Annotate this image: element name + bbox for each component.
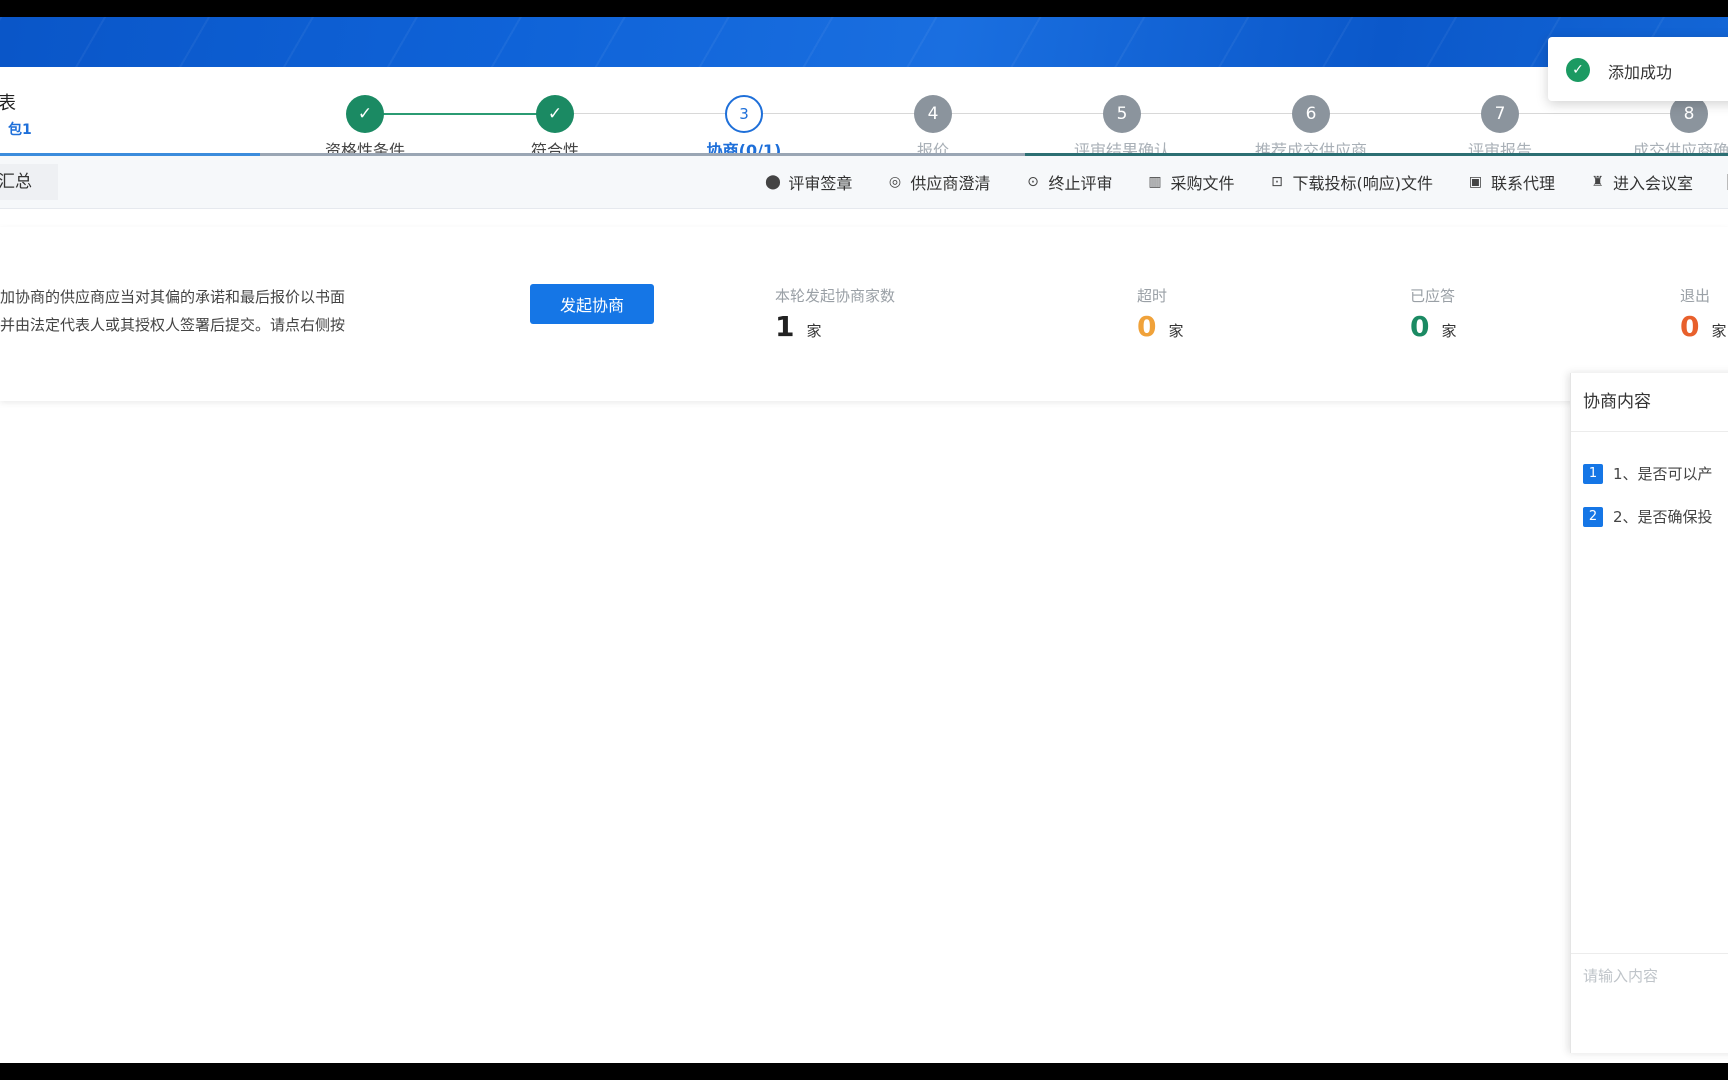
tool-label: 采购文件 (1170, 174, 1235, 193)
step-number: 6 (1292, 95, 1330, 133)
stat-value: 1家 (775, 310, 895, 343)
panel-list-item[interactable]: 1 1、是否可以产 (1583, 463, 1713, 484)
step-4[interactable]: 4 报价 (853, 95, 1013, 161)
step-1[interactable]: ✓ 资格性条件 (285, 95, 445, 161)
sign-button[interactable]: ⬤ 评审签章 (764, 170, 852, 194)
stat-responded: 已应答 0家 (1410, 285, 1457, 343)
step-3[interactable]: 3 协商(0/1) (664, 95, 824, 161)
panel-list-item[interactable]: 2 2、是否确保投 (1583, 506, 1713, 527)
stat-number: 0 (1680, 310, 1700, 343)
download-icon: ⊡ (1271, 173, 1283, 190)
step-8[interactable]: 8 成交供应商确认 (1609, 95, 1728, 161)
top-banner (0, 17, 1728, 67)
step-2[interactable]: ✓ 符合性 (475, 95, 635, 161)
tool-label: 进入会议室 (1612, 174, 1693, 193)
item-number-badge: 1 (1583, 463, 1603, 484)
stat-withdrawn: 退出 0家 (1680, 285, 1727, 343)
supplier-clarify-button[interactable]: ◎ 供应商澄清 (886, 170, 991, 194)
toolbar-actions: ⬤ 评审签章 ◎ 供应商澄清 ⊙ 终止评审 ▥ 采购文件 ⊡ 下载投标(响应)文… (764, 156, 1728, 208)
tool-label: 终止评审 (1048, 174, 1113, 193)
stat-label: 退出 (1680, 287, 1711, 305)
app-screen: 表 包1 ✓ 资格性条件 ✓ 符合性 3 协商(0/1) 4 报价 5 评审结果… (0, 17, 1728, 1063)
page-title: 表 (0, 93, 16, 114)
stat-number: 0 (1137, 310, 1157, 343)
panel-divider (1571, 431, 1728, 432)
start-negotiation-button[interactable]: 发起协商 (530, 284, 654, 324)
step-number: 7 (1481, 95, 1519, 133)
negotiation-card: 加协商的供应商应当对其偏的承诺和最后报价以书面 并由法定代表人或其授权人签署后提… (0, 227, 1728, 401)
package-label[interactable]: 包1 (8, 119, 32, 139)
stop-icon: ⊙ (1027, 173, 1039, 190)
notice-line: 并由法定代表人或其授权人签署后提交。请点右侧按 (0, 316, 346, 334)
stat-value: 0家 (1410, 310, 1457, 343)
success-check-icon: ✓ (1566, 58, 1590, 82)
pin-icon: ⬤ (765, 173, 781, 190)
stat-timeout: 超时 0家 (1137, 285, 1184, 343)
tool-label: 供应商澄清 (910, 174, 991, 193)
stat-label: 已应答 (1410, 287, 1456, 305)
step-number: 4 (914, 95, 952, 133)
toolbar: 汇总 ⬤ 评审签章 ◎ 供应商澄清 ⊙ 终止评审 ▥ 采购文件 ⊡ 下载投标(响… (0, 156, 1728, 209)
check-icon: ✓ (346, 95, 384, 133)
enter-meeting-button[interactable]: ♜ 进入会议室 (1589, 170, 1693, 194)
breadcrumb[interactable]: 汇总 (0, 164, 58, 200)
header: 表 包1 ✓ 资格性条件 ✓ 符合性 3 协商(0/1) 4 报价 5 评审结果… (0, 67, 1728, 160)
panel-item-text: 1、是否可以产 (1613, 465, 1713, 483)
success-toast: ✓ 添加成功 (1548, 37, 1728, 101)
stat-unit: 家 (1711, 322, 1727, 340)
panel-title: 协商内容 (1583, 392, 1651, 412)
stat-unit: 家 (1168, 322, 1184, 340)
meeting-icon: ♜ (1591, 173, 1604, 190)
step-7[interactable]: 7 评审报告 (1420, 95, 1580, 161)
negotiation-notice: 加协商的供应商应当对其偏的承诺和最后报价以书面 并由法定代表人或其授权人签署后提… (0, 283, 420, 339)
stat-initiated: 本轮发起协商家数 1家 (775, 285, 895, 343)
breadcrumb-label: 汇总 (0, 172, 32, 192)
stat-number: 1 (775, 310, 795, 343)
procurement-docs-button[interactable]: ▥ 采购文件 (1146, 170, 1234, 194)
contact-agent-button[interactable]: ▣ 联系代理 (1467, 170, 1555, 194)
shield-icon: ◎ (888, 173, 902, 190)
terminate-review-button[interactable]: ⊙ 终止评审 (1024, 170, 1112, 194)
item-number-badge: 2 (1583, 506, 1603, 527)
stat-value: 0家 (1137, 310, 1184, 343)
stat-label: 本轮发起协商家数 (775, 287, 896, 305)
notice-line: 加协商的供应商应当对其偏的承诺和最后报价以书面 (0, 288, 346, 306)
step-number: 3 (725, 95, 763, 133)
toast-message: 添加成功 (1608, 63, 1673, 82)
step-6[interactable]: 6 推荐成交供应商 (1231, 95, 1391, 161)
negotiation-content-panel: 协商内容 1 1、是否可以产 2 2、是否确保投 (1570, 373, 1728, 1053)
document-icon: ▥ (1148, 173, 1162, 190)
check-icon: ✓ (536, 95, 574, 133)
stat-value: 0家 (1680, 310, 1727, 343)
tool-label: 联系代理 (1490, 174, 1555, 193)
tool-label: 下载投标(响应)文件 (1292, 174, 1433, 193)
content-input[interactable] (1581, 963, 1728, 1027)
contact-icon: ▣ (1468, 173, 1483, 190)
step-5[interactable]: 5 评审结果确认 (1042, 95, 1202, 161)
tool-label: 评审签章 (788, 174, 853, 193)
step-number: 5 (1103, 95, 1141, 133)
download-bid-button[interactable]: ⊡ 下载投标(响应)文件 (1268, 170, 1433, 194)
panel-item-text: 2、是否确保投 (1613, 508, 1713, 526)
stat-number: 0 (1410, 310, 1430, 343)
stat-unit: 家 (806, 322, 822, 340)
stat-unit: 家 (1441, 322, 1457, 340)
stat-label: 超时 (1137, 287, 1168, 305)
panel-divider (1571, 953, 1728, 954)
